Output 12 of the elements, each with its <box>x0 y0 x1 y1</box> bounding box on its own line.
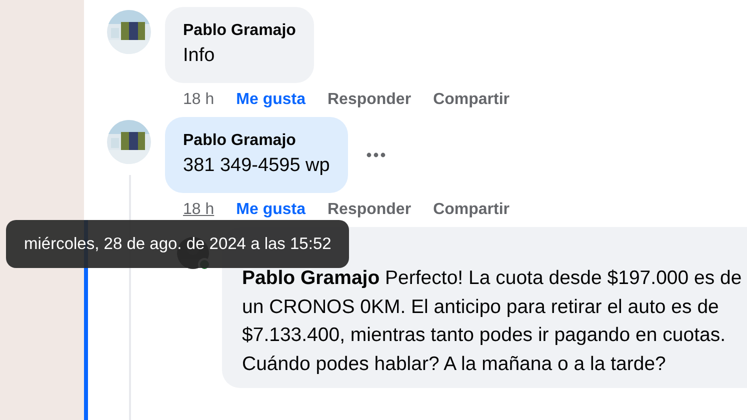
author-name[interactable]: Pablo Gramajo <box>183 21 296 41</box>
share-link[interactable]: Compartir <box>433 201 510 227</box>
share-link[interactable]: Compartir <box>433 91 510 117</box>
date-tooltip: miércoles, 28 de ago. de 2024 a las 15:52 <box>6 220 350 268</box>
comment-text: Pablo Gramajo Perfecto! La cuota desde $197.000 es de un CRONOS 0KM. El anticipo para retirar el auto es de $7.133.400, mientras tanto podes ir pagando en cuotas. Cuándo podes hablar? A la mañana o a la tarde? <box>242 266 742 376</box>
timestamp-link[interactable]: 18 h <box>183 91 214 117</box>
reply-link[interactable]: Responder <box>327 91 412 117</box>
comment-text: Info <box>183 44 216 68</box>
comment-text: 381 349-4595 wp <box>183 154 330 178</box>
more-icon[interactable] <box>366 152 386 158</box>
like-link[interactable]: Me gusta <box>236 91 306 117</box>
author-name[interactable]: Pablo Gramajo <box>183 131 330 151</box>
